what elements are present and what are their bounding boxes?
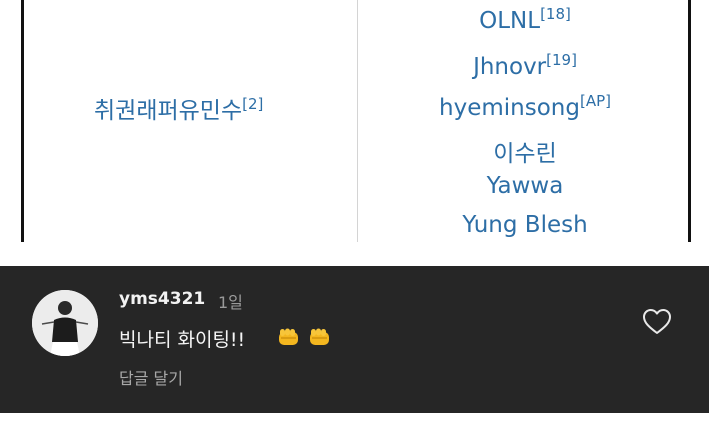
artist-name[interactable]: Yawwa xyxy=(487,173,564,199)
artist-name[interactable]: Yung Blesh xyxy=(462,212,587,238)
artist-name[interactable]: 취권래퍼유민수 xyxy=(94,98,242,124)
artist-link-right-5[interactable]: Yawwa xyxy=(358,173,692,199)
avatar[interactable] xyxy=(32,290,98,356)
reference-link[interactable]: [19] xyxy=(546,51,577,69)
comment-username[interactable]: yms4321 xyxy=(119,289,205,309)
artist-link-left[interactable]: 취권래퍼유민수[2] xyxy=(94,91,263,125)
artist-link-right-2[interactable]: Jhnovr[19] xyxy=(358,51,692,80)
artist-link-right-3[interactable]: hyeminsong[AP] xyxy=(358,92,692,121)
comment-timestamp: 1일 xyxy=(218,293,243,312)
avatar-photo xyxy=(32,290,98,356)
oncoming-fist-emoji xyxy=(310,328,329,345)
reference-link[interactable]: [2] xyxy=(242,95,263,113)
reference-link[interactable]: [18] xyxy=(540,5,571,23)
artist-name[interactable]: hyeminsong xyxy=(439,95,580,121)
heart-outline-icon[interactable] xyxy=(641,306,673,338)
reference-link[interactable]: [AP] xyxy=(580,92,611,110)
artist-link-right-4[interactable]: 이수린 xyxy=(358,134,692,168)
reply-button[interactable]: 답글 달기 xyxy=(119,365,183,389)
artist-link-right-1[interactable]: OLNL[18] xyxy=(358,5,692,34)
screenshot: 취권래퍼유민수[2] OLNL[18] Jhnovr[19] hyeminson… xyxy=(0,0,714,435)
artist-name[interactable]: OLNL xyxy=(479,8,540,34)
table-column-divider xyxy=(357,0,358,242)
artist-name[interactable]: Jhnovr xyxy=(473,54,546,80)
comment-item: yms4321 1일 빅나티 화이팅!! 답글 달기 xyxy=(0,266,709,413)
artist-name[interactable]: 이수린 xyxy=(493,141,556,167)
wiki-table-crop: 취권래퍼유민수[2] OLNL[18] Jhnovr[19] hyeminson… xyxy=(0,0,714,242)
comment-text: 빅나티 화이팅!! xyxy=(119,329,246,351)
artist-link-right-6[interactable]: Yung Blesh xyxy=(358,212,692,238)
oncoming-fist-emoji xyxy=(279,328,298,345)
